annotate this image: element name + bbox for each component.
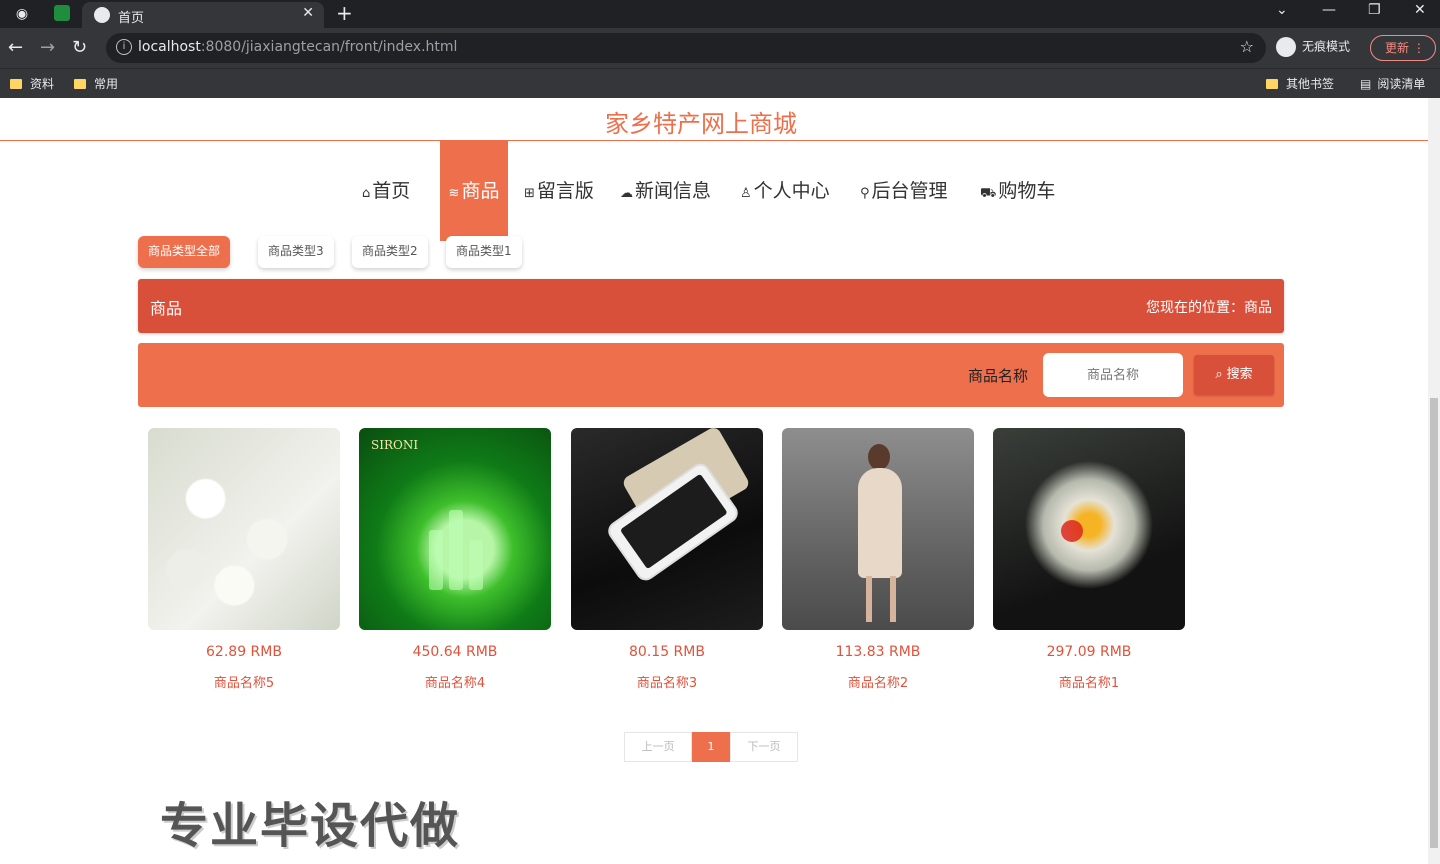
product-price: 297.09 RMB xyxy=(1046,644,1132,660)
browser-tabstrip: ◉ 首页 ✕ + ⌄ — ❐ ✕ xyxy=(0,0,1440,28)
search-icon: ⌕ xyxy=(1215,367,1223,382)
overlay-watermark: 专业毕设代做 xyxy=(160,798,461,854)
gift-icon: ⊞ xyxy=(524,186,535,201)
sheet-tab-icon[interactable] xyxy=(54,5,70,21)
type-filter-2[interactable]: 商品类型2 xyxy=(352,236,428,268)
product-price: 80.15 RMB xyxy=(629,644,705,660)
product-image[interactable] xyxy=(148,428,340,630)
bookmark-folder-常用[interactable]: 常用 xyxy=(74,75,118,92)
legs-shape xyxy=(866,576,896,622)
link-icon: ⚲ xyxy=(860,186,870,201)
prev-page-button[interactable]: 上一页 xyxy=(624,732,692,762)
nav-item-cart[interactable]: ⛟ 购物车 xyxy=(980,141,1055,241)
globe-icon xyxy=(94,7,110,23)
next-page-button[interactable]: 下一页 xyxy=(730,732,798,762)
product-name[interactable]: 商品名称1 xyxy=(993,672,1185,691)
nav-item-admin[interactable]: ⚲ 后台管理 xyxy=(860,141,948,241)
nav-item-profile[interactable]: ♙ 个人中心 xyxy=(740,141,830,241)
product-image[interactable] xyxy=(571,428,763,630)
bottle-shape xyxy=(469,540,483,590)
product-price: 113.83 RMB xyxy=(835,644,921,660)
model-head xyxy=(868,444,890,470)
url-text[interactable]: localhost:8080/jiaxiangtecan/front/index… xyxy=(138,39,457,55)
back-icon[interactable]: ← xyxy=(8,37,23,58)
layers-icon: ≋ xyxy=(448,186,460,201)
search-label: 商品名称 xyxy=(968,367,1029,385)
reading-list[interactable]: ▤ 阅读清单 xyxy=(1360,75,1425,92)
product-name[interactable]: 商品名称4 xyxy=(359,672,551,691)
bookmark-folder-资料[interactable]: 资料 xyxy=(10,75,54,92)
info-icon[interactable]: i xyxy=(116,39,132,55)
nav-item-news[interactable]: ☁ 新闻信息 xyxy=(620,141,711,241)
dress-shape xyxy=(858,468,902,578)
incognito-icon xyxy=(1276,37,1296,57)
folder-icon xyxy=(10,79,22,89)
type-filter-all[interactable]: 商品类型全部 xyxy=(138,236,231,268)
product-image[interactable]: SIRONI xyxy=(359,428,551,630)
tab-title: 首页 xyxy=(118,11,145,26)
location-bar: 商品 您现在的位置：商品 xyxy=(138,279,1284,333)
product-card[interactable]: 80.15 RMB 商品名称3 xyxy=(571,428,763,691)
product-price: 62.89 RMB xyxy=(206,644,282,660)
address-bar[interactable]: i localhost:8080/jiaxiangtecan/front/ind… xyxy=(106,33,1266,63)
product-card[interactable]: 62.89 RMB 商品名称5 xyxy=(148,428,340,691)
product-name[interactable]: 商品名称2 xyxy=(782,672,974,691)
user-icon: ♙ xyxy=(740,186,752,201)
close-window-button[interactable]: ✕ xyxy=(1414,2,1426,18)
product-name[interactable]: 商品名称3 xyxy=(571,672,763,691)
browser-menu-icon[interactable]: ◉ xyxy=(12,4,32,24)
cloud-icon: ☁ xyxy=(620,186,633,201)
close-icon[interactable]: ✕ xyxy=(302,5,314,21)
type-filter-3[interactable]: 商品类型3 xyxy=(258,236,334,268)
search-bar: 商品名称 ⌕搜索 xyxy=(138,343,1284,407)
reload-icon[interactable]: ↻ xyxy=(72,37,87,58)
cart-icon: ⛟ xyxy=(980,186,997,201)
product-card[interactable]: 297.09 RMB 商品名称1 xyxy=(993,428,1185,691)
bottle-shape xyxy=(429,530,443,590)
home-icon: ⌂ xyxy=(362,186,371,201)
folder-icon xyxy=(1266,79,1278,89)
browser-toolbar: ← → ↻ i localhost:8080/jiaxiangtecan/fro… xyxy=(0,28,1440,68)
reading-list-icon: ▤ xyxy=(1360,77,1372,91)
tab-search-icon[interactable]: ⌄ xyxy=(1276,2,1288,18)
page-scrollbar[interactable] xyxy=(1428,98,1440,864)
page-1-button[interactable]: 1 xyxy=(692,732,730,762)
minimize-button[interactable]: — xyxy=(1322,2,1336,18)
tab-home[interactable]: 首页 ✕ xyxy=(82,2,324,28)
restore-button[interactable]: ❐ xyxy=(1368,2,1381,18)
cursor-highlight xyxy=(1061,520,1083,542)
new-tab-button[interactable]: + xyxy=(336,1,353,25)
search-input[interactable] xyxy=(1043,353,1183,397)
nav-item-home[interactable]: ⌂ 首页 xyxy=(362,141,410,241)
product-price: 450.64 RMB xyxy=(412,644,498,660)
bookmark-star-icon[interactable]: ☆ xyxy=(1240,37,1254,56)
product-logo: SIRONI xyxy=(371,438,419,452)
section-title: 商品 xyxy=(150,299,183,318)
folder-icon xyxy=(74,79,86,89)
bookmark-other[interactable]: 其他书签 xyxy=(1266,75,1334,92)
bottle-shape xyxy=(449,510,463,590)
nav-item-products[interactable]: ≋ 商品 xyxy=(440,141,508,241)
page-content: 家乡特产网上商城 ⌂ 首页 ≋ 商品 ⊞ 留言版 ☁ 新闻信息 ♙ 个人中心 ⚲ 后台管理 … xyxy=(0,98,1428,864)
type-filter-1[interactable]: 商品类型1 xyxy=(446,236,522,268)
scrollbar-thumb[interactable] xyxy=(1430,398,1438,848)
title-divider xyxy=(0,140,1428,141)
update-button[interactable]: 更新 ⋮ xyxy=(1370,35,1436,61)
product-card[interactable]: SIRONI 450.64 RMB 商品名称4 xyxy=(359,428,551,691)
product-name[interactable]: 商品名称5 xyxy=(148,672,340,691)
nav-item-messages[interactable]: ⊞ 留言版 xyxy=(524,141,594,241)
incognito-indicator[interactable]: 无痕模式 xyxy=(1276,37,1350,57)
product-card[interactable]: 113.83 RMB 商品名称2 xyxy=(782,428,974,691)
product-image[interactable] xyxy=(993,428,1185,630)
forward-icon[interactable]: → xyxy=(40,37,55,58)
breadcrumb: 您现在的位置：商品 xyxy=(1146,300,1272,316)
bookmarks-bar: 资料 常用 其他书签 ▤ 阅读清单 xyxy=(0,68,1440,98)
site-title: 家乡特产网上商城 xyxy=(605,110,797,138)
product-image[interactable] xyxy=(782,428,974,630)
search-button[interactable]: ⌕ 搜索 xyxy=(1194,355,1274,395)
